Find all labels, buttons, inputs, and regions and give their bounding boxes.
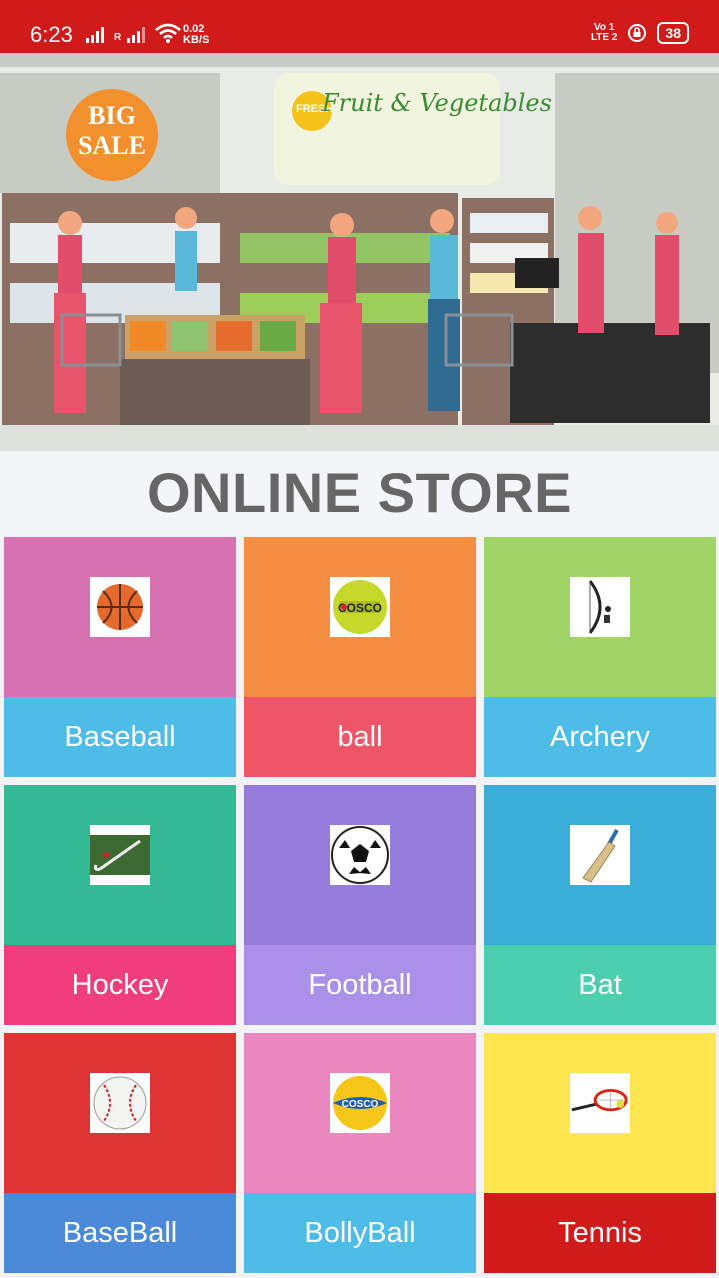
tile-label[interactable]: Baseball — [4, 697, 236, 777]
compound-bow-icon — [570, 577, 630, 637]
tile-image-area[interactable] — [4, 1033, 236, 1193]
tile-label[interactable]: Football — [244, 945, 476, 1025]
fruit-veg-sign: Fruit & Vegetables — [322, 89, 552, 117]
tile-label[interactable]: Archery — [484, 697, 716, 777]
battery-indicator: 38 — [657, 22, 689, 44]
cricket-ball-icon: COSCO — [330, 577, 390, 637]
tile-image-area[interactable] — [484, 537, 716, 697]
category-tile-bollyball[interactable]: COSCO BollyBall — [244, 1033, 476, 1273]
basketball-icon — [90, 577, 150, 637]
roaming-label: R — [114, 32, 122, 43]
page-title: ONLINE STORE — [146, 461, 572, 524]
hockey-stick-icon — [90, 825, 150, 885]
volte-indicator: Vo 1 LTE 2 — [591, 23, 617, 43]
tile-image-area[interactable] — [484, 1033, 716, 1193]
net-speed: 0.02 KB/S — [183, 24, 209, 46]
tile-image-area[interactable] — [244, 785, 476, 945]
tile-label[interactable]: Tennis — [484, 1193, 716, 1273]
category-tile-baseball[interactable]: Baseball — [4, 537, 236, 777]
cell-signal-icon — [86, 27, 104, 43]
wifi-icon — [155, 23, 182, 43]
store-banner: BIG SALE FRESH Fruit & Vegetables — [0, 53, 719, 451]
category-tile-bat[interactable]: Bat — [484, 785, 716, 1025]
category-tile-baseball[interactable]: BaseBall — [4, 1033, 236, 1273]
net-speed-unit: KB/S — [183, 34, 210, 46]
status-time: 6:23 — [30, 22, 73, 47]
category-tile-archery[interactable]: Archery — [484, 537, 716, 777]
cell-signal-2-icon — [127, 27, 146, 43]
status-right-icons: Vo 1 LTE 2 38 — [591, 22, 689, 44]
tennis-racket-icon — [570, 1073, 630, 1133]
soccer-ball-icon — [330, 825, 390, 885]
data-saver-icon — [628, 24, 647, 42]
tile-image-area[interactable] — [484, 785, 716, 945]
tile-label[interactable]: Bat — [484, 945, 716, 1025]
tile-label[interactable]: BollyBall — [244, 1193, 476, 1273]
category-tile-tennis[interactable]: Tennis — [484, 1033, 716, 1273]
big-sale-badge: BIG SALE — [74, 101, 150, 161]
baseball-icon — [90, 1073, 150, 1133]
tile-image-area[interactable]: COSCO — [244, 1033, 476, 1193]
sale-line1: BIG — [88, 101, 136, 130]
tile-label[interactable]: Hockey — [4, 945, 236, 1025]
category-tile-ball[interactable]: COSCO ball — [244, 537, 476, 777]
tile-label[interactable]: ball — [244, 697, 476, 777]
status-bar: 6:23 R 0.02 KB/S Vo 1 LTE 2 38 — [0, 0, 719, 53]
tile-image-area[interactable] — [4, 785, 236, 945]
svg-text:COSCO: COSCO — [342, 1099, 379, 1110]
tile-image-area[interactable] — [4, 537, 236, 697]
cricket-bat-icon — [570, 825, 630, 885]
category-tile-football[interactable]: Football — [244, 785, 476, 1025]
volleyball-icon: COSCO — [330, 1073, 390, 1133]
signal-icons: R — [86, 23, 182, 43]
tile-label[interactable]: BaseBall — [4, 1193, 236, 1273]
tile-image-area[interactable]: COSCO — [244, 537, 476, 697]
category-tile-hockey[interactable]: Hockey — [4, 785, 236, 1025]
sale-line2: SALE — [78, 131, 146, 160]
volte-bottom-label: LTE 2 — [590, 32, 618, 43]
